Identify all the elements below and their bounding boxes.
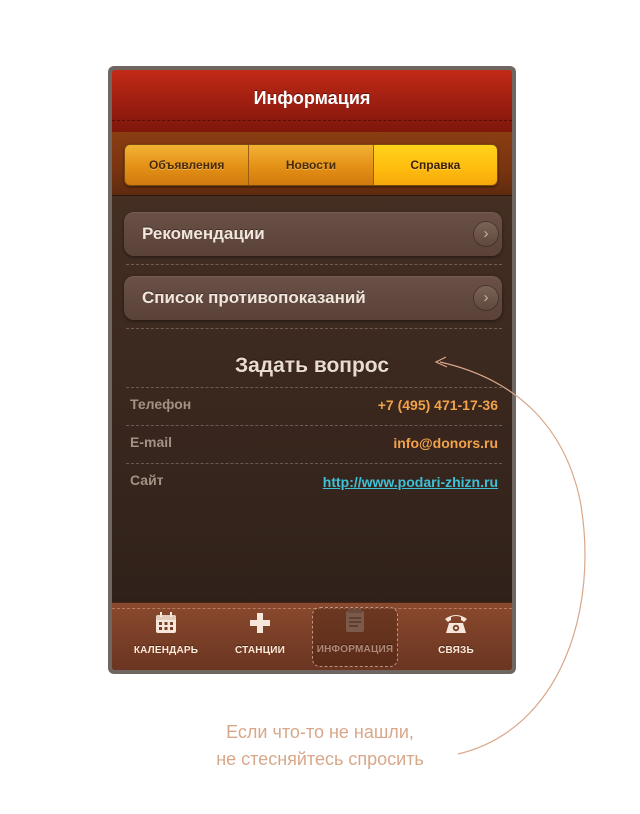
help-caption: Если что-то не нашли, не стесняйтесь спр…	[170, 719, 470, 773]
caption-line-1: Если что-то не нашли,	[226, 722, 414, 742]
callout-arrow	[434, 356, 586, 755]
caption-line-2: не стесняйтесь спросить	[216, 749, 424, 769]
